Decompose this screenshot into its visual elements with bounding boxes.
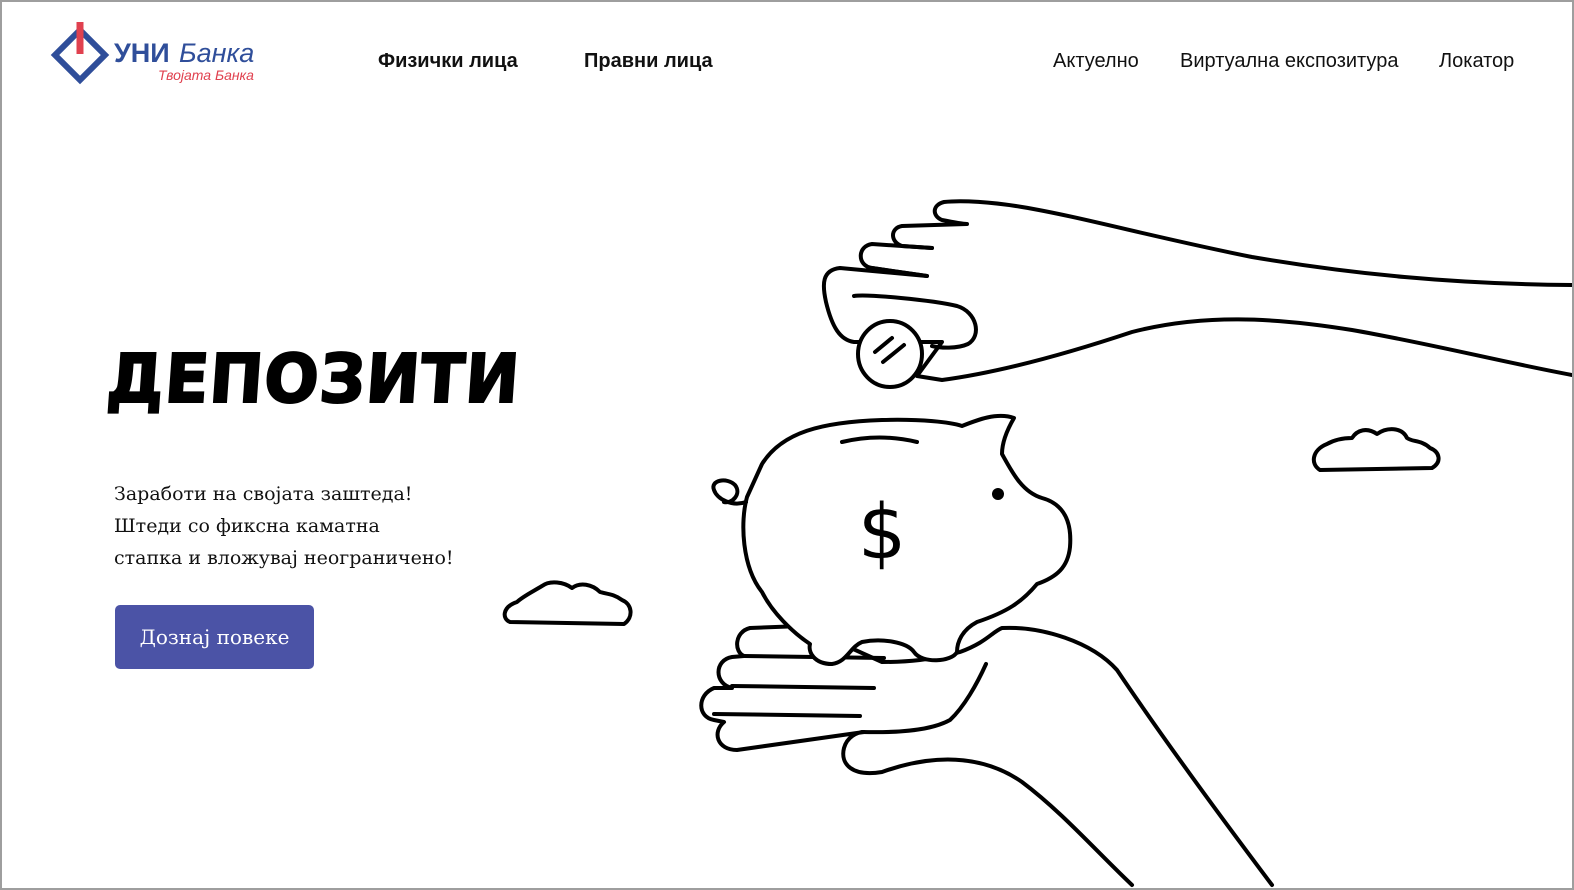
coin-icon — [856, 319, 924, 389]
cloud-left-icon — [502, 580, 633, 626]
cloud-right-icon — [1311, 427, 1441, 472]
logo-tagline: Твојата Банка — [158, 67, 254, 83]
nav-news[interactable]: Актуелно — [1053, 49, 1139, 73]
hero-description-line: Штеди со фиксна каматна — [114, 515, 380, 537]
top-hand-icon — [821, 199, 1572, 382]
logo-mark-icon — [50, 22, 110, 85]
unibanka-logo[interactable]: УНИ Банка Твојата Банка — [50, 22, 265, 86]
hero-title: ДЕПОЗИТИ — [103, 340, 523, 420]
piggy-bank-icon: $ — [711, 413, 1073, 666]
piggy-bank-illustration: $ — [502, 199, 1572, 887]
nav-legal-entities[interactable]: Правни лица — [584, 49, 713, 73]
dollar-sign: $ — [858, 487, 906, 576]
learn-more-button[interactable]: Дознај повеке — [115, 605, 314, 669]
nav-virtual-branch[interactable]: Виртуална експозитура — [1180, 49, 1398, 73]
logo-text-banka: Банка — [179, 38, 254, 68]
bottom-hand-icon — [699, 624, 1274, 887]
hero-description-line: Заработи на својата заштеда! — [114, 483, 413, 505]
logo-text-uni: УНИ — [114, 38, 170, 68]
nav-locator[interactable]: Локатор — [1439, 49, 1514, 73]
nav-individuals[interactable]: Физички лица — [378, 49, 518, 73]
page: УНИ Банка Твојата Банка Физички лица Пра… — [0, 0, 1574, 890]
hero-description-line: стапка и вложувај неограничено! — [114, 547, 454, 569]
hero-description: Заработи на својата заштеда! Штеди со фи… — [114, 478, 454, 574]
